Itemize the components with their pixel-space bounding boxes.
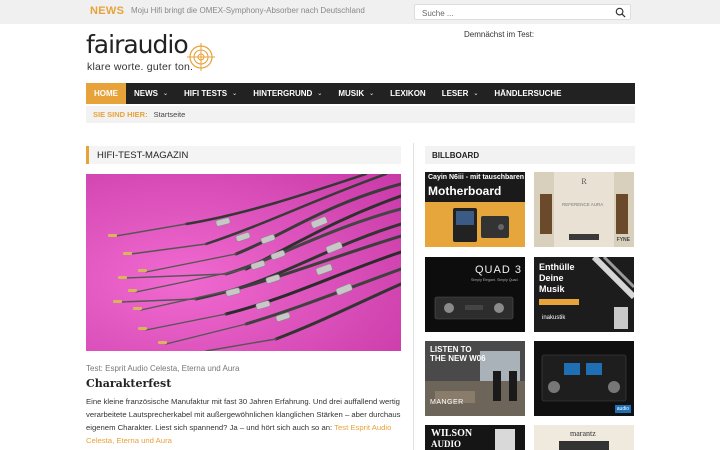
article-category[interactable]: Test: Esprit Audio Celesta, Eterna und A…: [86, 364, 239, 373]
nav-item-musik[interactable]: MUSIK ⌄: [330, 83, 382, 104]
speaker-shape: [495, 429, 515, 450]
news-label: NEWS: [90, 5, 125, 17]
target-crosshair-icon: [187, 43, 215, 71]
search-box[interactable]: [414, 4, 631, 20]
article-excerpt: Eine kleine französische Manufaktur mit …: [86, 397, 401, 445]
ad-banner-manger[interactable]: LISTEN TO THE NEW W06 MANGER: [425, 341, 525, 416]
top-news-bar: NEWS Moju Hifi bringt die OMEX-Symphony-…: [0, 0, 720, 24]
player-device-icon: [425, 202, 525, 247]
nav-item-home[interactable]: HOME: [86, 83, 126, 104]
ad-text: Simply Elegant. Simply Quad.: [471, 278, 519, 282]
coming-soon-label: Demnächst im Test:: [464, 30, 535, 39]
ad-text: THE NEW W06: [430, 354, 486, 363]
nav-item-leser[interactable]: LESER ⌄: [434, 83, 487, 104]
speaker-room-icon: R: [534, 172, 634, 247]
ad-text: MANGER: [430, 399, 464, 406]
breadcrumb-label: SIE SIND HIER:: [93, 110, 148, 119]
ad-text: Cayin N6iii - mit tauschbaren: [428, 174, 525, 181]
breadcrumb: SIE SIND HIER: Startseite: [86, 106, 635, 123]
logo-tagline: klare worte. guter ton.: [87, 61, 194, 73]
nav-item-news[interactable]: NEWS ⌄: [126, 83, 176, 104]
cable-illustration: [86, 174, 401, 351]
logo-wordmark: fairaudio: [86, 30, 189, 59]
ad-text: FYNE: [616, 237, 630, 243]
nav-item-hifi-tests[interactable]: HIFI TESTS ⌄: [176, 83, 245, 104]
nav-item-hintergrund[interactable]: HINTERGRUND ⌄: [245, 83, 330, 104]
ad-text: WILSON: [431, 428, 473, 439]
ad-banner-quad[interactable]: QUAD 3 Simply Elegant. Simply Quad.: [425, 257, 525, 332]
ad-banner-cayin[interactable]: Cayin N6iii - mit tauschbaren Motherboar…: [425, 172, 525, 247]
section-title: HIFI-TEST-MAGAZIN: [86, 146, 401, 164]
ad-banner-inakustik[interactable]: Enthülle Deine Musik inakustik: [534, 257, 634, 332]
ad-banner-marantz[interactable]: marantz: [534, 425, 634, 450]
ad-text: marantz: [570, 429, 596, 438]
ad-banner-wilson[interactable]: WILSON AUDIO: [425, 425, 525, 450]
nav-item-haendlersuche[interactable]: HÄNDLERSUCHE: [486, 83, 569, 104]
ad-text: QUAD 3: [475, 264, 522, 276]
ad-cta-bar: [539, 299, 579, 305]
search-input[interactable]: [422, 7, 612, 19]
ad-text: REFERENCE AURA: [562, 202, 604, 207]
ad-banner-fyne[interactable]: R REFERENCE AURA FYNE: [534, 172, 634, 247]
chevron-down-icon: ⌄: [473, 91, 479, 97]
ad-banner-receiver[interactable]: audio: [534, 341, 634, 416]
news-ticker-link[interactable]: Moju Hifi bringt die OMEX-Symphony-Absor…: [131, 6, 365, 15]
svg-text:R: R: [581, 177, 587, 186]
article-title[interactable]: Charakterfest: [86, 377, 171, 390]
ad-text: inakustik: [542, 315, 566, 321]
ad-text: AUDIO: [431, 439, 462, 449]
ad-text: Deine: [539, 273, 564, 283]
chevron-down-icon: ⌄: [369, 91, 375, 97]
device-shape: [559, 441, 609, 450]
ad-text: audio: [614, 405, 631, 413]
feature-image-cables[interactable]: [86, 174, 401, 351]
amplifier-icon: [434, 296, 514, 320]
column-divider: [413, 143, 414, 450]
ad-text: Motherboard: [428, 184, 502, 198]
chevron-down-icon: ⌄: [317, 91, 323, 97]
nav-item-lexikon[interactable]: LEXIKON: [382, 83, 434, 104]
billboard-title: BILLBOARD: [425, 146, 635, 164]
chevron-down-icon: ⌄: [232, 91, 238, 97]
ad-text: Enthülle: [539, 262, 575, 272]
chevron-down-icon: ⌄: [163, 91, 169, 97]
breadcrumb-current: Startseite: [153, 110, 186, 119]
ad-text: LISTEN TO: [430, 345, 472, 354]
main-navigation: HOME NEWS ⌄ HIFI TESTS ⌄ HINTERGRUND ⌄ MUSI…: [86, 83, 635, 104]
site-logo[interactable]: fairaudio klare worte. guter ton.: [86, 30, 216, 78]
search-icon[interactable]: [615, 7, 626, 18]
ad-text: Musik: [539, 284, 565, 294]
